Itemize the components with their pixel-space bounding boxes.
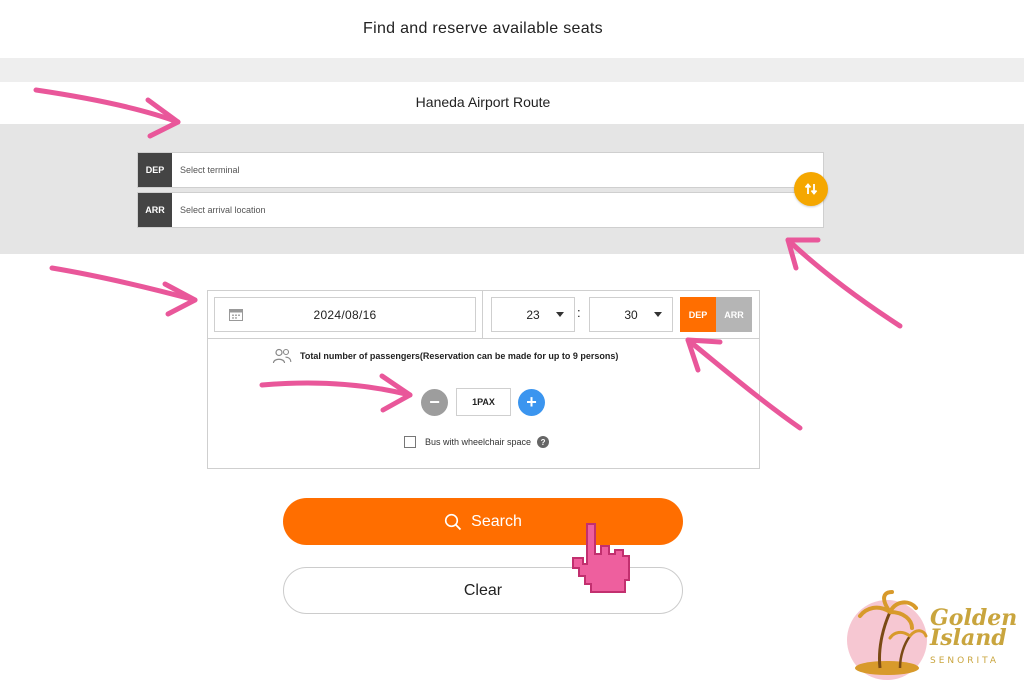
help-icon[interactable]: ?	[537, 436, 550, 448]
date-picker[interactable]: 2024/08/16	[214, 297, 476, 332]
wheelchair-checkbox[interactable]	[404, 436, 416, 448]
hour-select[interactable]: 23	[491, 297, 575, 332]
passenger-count-value: 1PAX	[456, 388, 511, 416]
hour-value: 23	[526, 307, 540, 322]
watermark-line: Island	[930, 625, 1007, 651]
search-button-label: Search	[471, 512, 522, 530]
date-value: 2024/08/16	[313, 307, 377, 322]
header-divider-band	[0, 58, 1024, 82]
search-icon	[445, 513, 462, 530]
arrival-mode-toggle[interactable]: ARR	[716, 297, 752, 332]
increase-passengers-button[interactable]: +	[518, 389, 545, 416]
dep-tag: DEP	[138, 153, 172, 187]
departure-placeholder: Select terminal	[180, 165, 240, 175]
arr-tag: ARR	[138, 193, 172, 227]
clear-button[interactable]: Clear	[283, 567, 683, 614]
watermark-logo-text: Golden Island	[930, 607, 1020, 651]
minus-icon: −	[429, 392, 440, 412]
divider	[208, 338, 759, 339]
decrease-passengers-button[interactable]: −	[421, 389, 448, 416]
passenger-label-text: Total number of passengers(Reservation c…	[300, 351, 619, 361]
route-title: Haneda Airport Route	[415, 94, 551, 110]
chevron-down-icon	[556, 312, 564, 317]
palm-island-logo	[847, 590, 928, 680]
time-separator: :	[577, 305, 581, 320]
arrival-placeholder: Select arrival location	[180, 205, 266, 215]
swap-vertical-icon	[804, 183, 818, 195]
arrival-location-select[interactable]: ARR Select arrival location	[137, 192, 824, 228]
departure-mode-toggle[interactable]: DEP	[680, 297, 716, 332]
page-title: Find and reserve available seats	[363, 20, 603, 37]
annotation-arrow	[49, 265, 198, 303]
search-button[interactable]: Search	[283, 498, 683, 545]
watermark-subtitle: SENORITA	[930, 656, 1000, 666]
annotation-arrow	[162, 281, 198, 317]
clear-button-label: Clear	[463, 581, 503, 599]
departure-terminal-select[interactable]: DEP Select terminal	[137, 152, 824, 188]
wheelchair-label: Bus with wheelchair space	[425, 437, 532, 447]
passenger-count-label: Total number of passengers(Reservation c…	[272, 348, 618, 364]
plus-icon: +	[526, 392, 537, 412]
people-icon	[272, 348, 292, 364]
location-panel	[0, 124, 1024, 254]
chevron-down-icon	[654, 312, 662, 317]
swap-locations-button[interactable]	[794, 172, 828, 206]
minute-value: 30	[624, 307, 638, 322]
wheelchair-option: Bus with wheelchair space ?	[404, 436, 550, 448]
calendar-icon	[229, 309, 243, 321]
minute-select[interactable]: 30	[589, 297, 673, 332]
divider	[482, 291, 483, 339]
